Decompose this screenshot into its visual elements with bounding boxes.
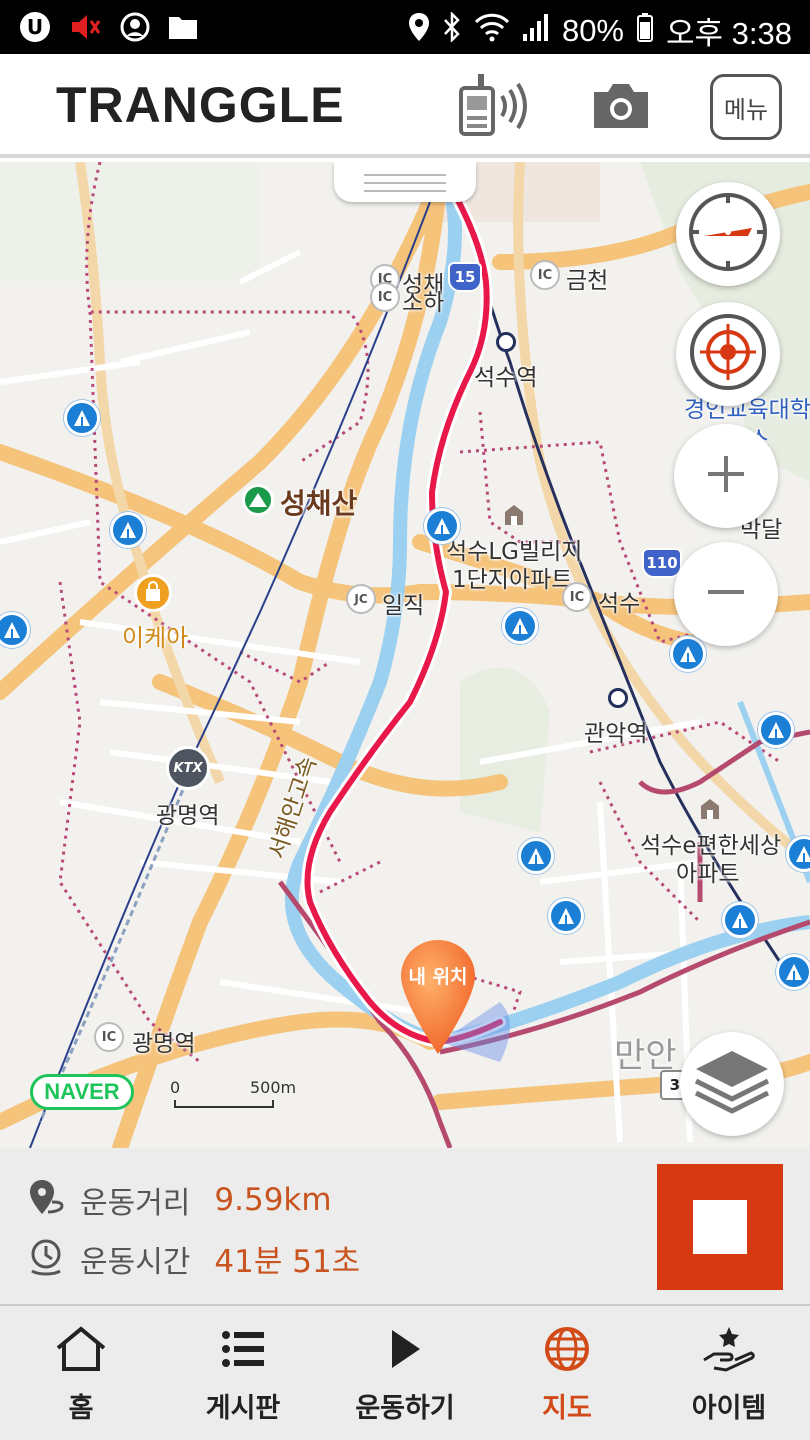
ic-badge: IC xyxy=(562,582,592,612)
jc-badge: JC xyxy=(346,584,376,614)
highway-110-badge: 110 xyxy=(642,548,682,578)
app-header: TRANGGLE 메뉴 xyxy=(0,54,810,158)
label-seoksu-station: 석수역 xyxy=(474,365,538,391)
tab-exercise-label: 운동하기 xyxy=(355,1393,455,1424)
label-soha-ic: 소하 xyxy=(402,290,445,316)
compass-button[interactable] xyxy=(676,182,780,286)
tab-board-label: 게시판 xyxy=(205,1393,281,1424)
folder-icon xyxy=(168,14,198,44)
svg-text:U: U xyxy=(27,15,43,39)
tab-items-label: 아이템 xyxy=(691,1393,767,1424)
campsite-icon[interactable] xyxy=(776,954,810,990)
zoom-out-icon xyxy=(706,572,746,616)
stop-icon xyxy=(693,1200,747,1254)
workout-stats-panel: 운동거리 9.59km 운동시간 41분 51초 xyxy=(0,1148,810,1306)
battery-percent: 80% xyxy=(561,12,624,48)
bluetooth-icon xyxy=(442,10,462,50)
mountain-peak-icon xyxy=(242,484,274,516)
label-gwanak-station: 관악역 xyxy=(584,721,648,747)
zoom-in-icon xyxy=(706,454,746,498)
ic-badge: IC xyxy=(94,1022,124,1052)
ic-badge: IC xyxy=(370,282,400,312)
distance-row: 운동거리 9.59km xyxy=(26,1178,332,1222)
list-icon xyxy=(220,1326,266,1376)
route-distance-icon xyxy=(26,1178,66,1222)
layers-button[interactable] xyxy=(680,1032,784,1136)
bottom-navigation: 홈 게시판 운동하기 지도 아이템 xyxy=(0,1306,810,1440)
time-row: 운동시간 41분 51초 xyxy=(26,1236,360,1281)
station-marker xyxy=(608,688,628,708)
label-seongchaesan: 성채산 xyxy=(280,487,358,520)
label-lg-village-complex: 1단지아파트 xyxy=(452,567,573,593)
campsite-icon[interactable] xyxy=(722,902,758,938)
globe-icon xyxy=(544,1326,590,1376)
highway-15-badge: 15 xyxy=(448,262,482,292)
tab-map[interactable]: 지도 xyxy=(486,1306,648,1440)
menu-button[interactable]: 메뉴 xyxy=(710,74,782,140)
label-seoksu-ic: 석수 xyxy=(598,591,641,617)
ktx-station-icon: KTX xyxy=(166,746,210,790)
campsite-icon[interactable] xyxy=(110,512,146,548)
tranggle-logo: TRANGGLE xyxy=(56,77,345,133)
camera-icon[interactable] xyxy=(590,80,652,136)
location-icon xyxy=(408,12,430,50)
target-location-icon xyxy=(686,310,770,398)
tab-items[interactable]: 아이템 xyxy=(648,1306,810,1440)
campsite-icon[interactable] xyxy=(758,712,794,748)
label-gwangmyeong-ic: 광명역 xyxy=(132,1031,196,1057)
scale-max-label: 500m xyxy=(250,1078,297,1097)
shopping-bag-icon xyxy=(134,574,172,612)
label-e-pyeonhan-apartment: 아파트 xyxy=(676,861,740,887)
distance-label: 운동거리 xyxy=(80,1186,191,1221)
campsite-icon[interactable] xyxy=(518,838,554,874)
my-location-pin[interactable]: 내 위치 xyxy=(398,938,478,1056)
station-marker xyxy=(496,332,516,352)
tab-map-label: 지도 xyxy=(542,1393,592,1424)
my-location-button[interactable] xyxy=(676,302,780,406)
clock: 오후 3:38 xyxy=(666,16,792,51)
label-gwangmyeong-station: 광명역 xyxy=(156,803,220,829)
zoom-out-button[interactable] xyxy=(674,542,778,646)
status-bar: U 80% 오후 3:38 xyxy=(0,0,810,54)
wifi-icon xyxy=(474,12,510,50)
map-view[interactable]: IC 성채 IC 소하 15 IC 금천 석수역 경인교육대학 캠퍼스 성채산 … xyxy=(0,162,810,1148)
map-scale: 0 500m xyxy=(170,1078,298,1108)
my-location-label: 내 위치 xyxy=(408,966,468,988)
campsite-icon[interactable] xyxy=(64,400,100,436)
apartment-icon xyxy=(700,798,720,820)
label-iljik-jc: 일직 xyxy=(382,593,425,619)
tab-home[interactable]: 홈 xyxy=(0,1306,162,1440)
stop-workout-button[interactable] xyxy=(657,1164,783,1290)
naver-logo: NAVER xyxy=(30,1074,134,1110)
campsite-icon[interactable] xyxy=(502,608,538,644)
campsite-icon[interactable] xyxy=(548,898,584,934)
play-icon xyxy=(382,1326,428,1376)
hand-star-icon xyxy=(702,1326,756,1376)
u-plus-icon: U xyxy=(18,10,52,48)
distance-value: 9.59km xyxy=(214,1182,332,1218)
zoom-in-button[interactable] xyxy=(674,424,778,528)
home-icon xyxy=(54,1326,108,1376)
label-ikea: 이케아 xyxy=(122,624,189,652)
speaker-muted-icon xyxy=(70,12,102,46)
signal-icon xyxy=(522,12,550,50)
tab-exercise[interactable]: 운동하기 xyxy=(324,1306,486,1440)
campsite-icon[interactable] xyxy=(424,508,460,544)
stopwatch-icon xyxy=(26,1237,66,1281)
scale-zero-label: 0 xyxy=(170,1078,181,1097)
ic-badge: IC xyxy=(530,260,560,290)
battery-icon xyxy=(636,12,654,50)
account-icon xyxy=(120,12,150,46)
drawer-handle[interactable] xyxy=(334,162,476,202)
tab-board[interactable]: 게시판 xyxy=(162,1306,324,1440)
apartment-icon xyxy=(504,504,524,526)
campsite-icon[interactable] xyxy=(670,636,706,672)
tab-home-label: 홈 xyxy=(68,1393,94,1424)
walkie-talkie-icon[interactable] xyxy=(456,72,536,142)
time-label: 운동시간 xyxy=(80,1244,191,1280)
compass-icon xyxy=(686,190,770,278)
time-value: 41분 51초 xyxy=(214,1244,361,1280)
layers-icon xyxy=(692,1047,772,1121)
label-geumcheon-ic: 금천 xyxy=(566,268,609,294)
